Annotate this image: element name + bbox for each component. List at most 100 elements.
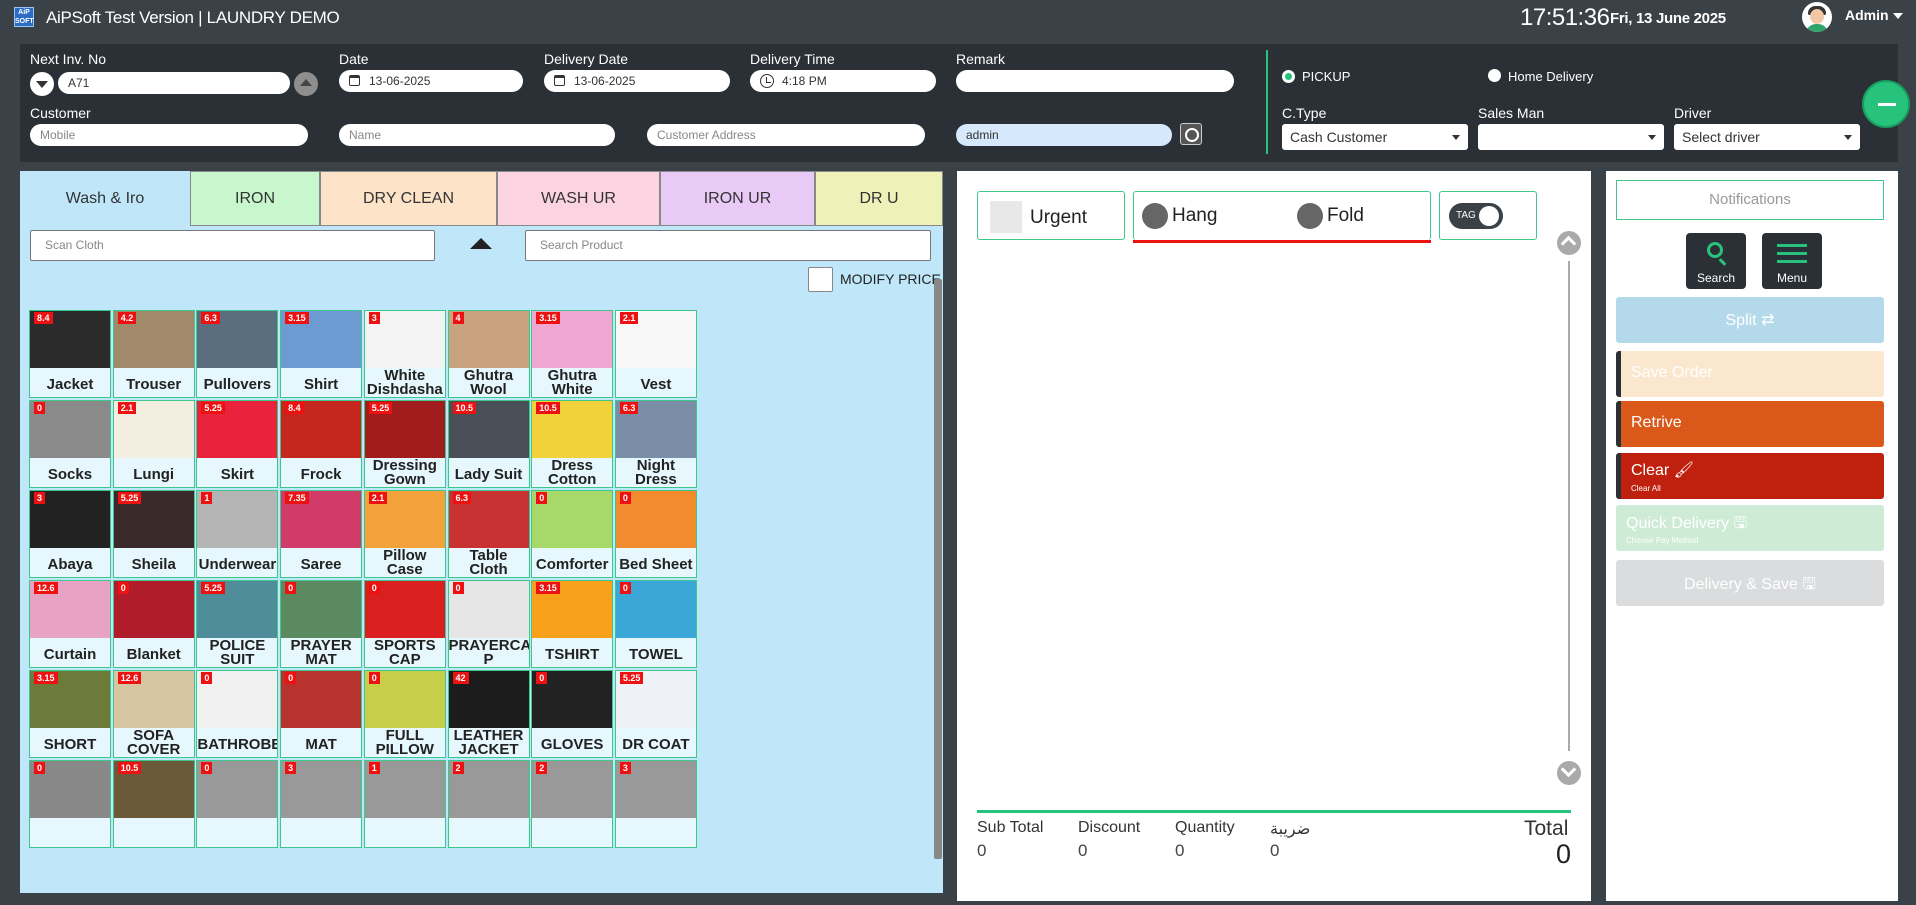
urgent-checkbox[interactable] (990, 201, 1022, 233)
product-tile[interactable]: 4.2 Trouser (112, 310, 195, 398)
product-tile[interactable]: 10.5 (112, 760, 195, 848)
price-badge: 2 (536, 762, 548, 774)
product-tile[interactable]: 3 Abaya (29, 490, 111, 578)
menu-button[interactable]: Menu (1762, 233, 1822, 289)
mobile-input[interactable]: Mobile (30, 124, 308, 146)
search-product-input[interactable]: Search Product (525, 230, 931, 261)
address-input[interactable]: Customer Address (647, 124, 925, 146)
tab-wash-iron[interactable]: Wash & Iro (20, 171, 190, 226)
product-tile[interactable]: 5.25 Dressing Gown (363, 400, 446, 488)
collapse-button[interactable] (1862, 80, 1910, 128)
tab-iron[interactable]: IRON (190, 171, 320, 226)
scroll-down-icon[interactable] (1557, 761, 1581, 785)
next-inv-input[interactable]: A71 (58, 72, 290, 94)
product-tile[interactable]: 0 Bed Sheet (614, 490, 697, 578)
product-tile[interactable]: 3 (280, 760, 363, 848)
inv-next-button[interactable] (294, 72, 318, 96)
order-scroll-track[interactable] (1568, 261, 1570, 751)
product-tile[interactable]: 3.15 Shirt (280, 310, 363, 398)
product-tile[interactable]: 0 Socks (29, 400, 111, 488)
product-tile[interactable]: 0 (196, 760, 279, 848)
product-tile[interactable]: 12.6 SOFA COVER (112, 670, 195, 758)
product-tile[interactable]: 10.5 Lady Suit (447, 400, 530, 488)
delivery-save-button[interactable]: Delivery & Save 🖫 (1616, 560, 1884, 606)
notifications-box[interactable]: Notifications (1616, 180, 1884, 220)
total-value: 0 (1556, 839, 1572, 869)
product-tile[interactable]: 8.4 Frock (280, 400, 363, 488)
inv-prev-button[interactable] (30, 72, 54, 96)
product-tile[interactable]: 0 TOWEL (614, 580, 697, 668)
clear-button[interactable]: Clear 🖌 Clear All (1616, 453, 1884, 499)
product-tile[interactable]: 1 Underwear (196, 490, 279, 578)
product-tile[interactable]: 42 LEATHER JACKET (447, 670, 530, 758)
avatar[interactable] (1802, 2, 1832, 32)
product-tile[interactable]: 0 FULL PILLOW (363, 670, 446, 758)
product-tile[interactable]: 0 PRAYERCA P (447, 580, 530, 668)
urgent-option[interactable]: Urgent (977, 191, 1125, 240)
product-tile[interactable]: 0 BATHROBE (196, 670, 279, 758)
product-tile[interactable]: 2.1 Pillow Case (363, 490, 446, 578)
home-delivery-radio[interactable] (1488, 69, 1501, 82)
product-tile[interactable]: 2 (447, 760, 530, 848)
product-tile[interactable]: 5.25 POLICE SUIT (196, 580, 279, 668)
product-tile[interactable]: 5.25 Sheila (112, 490, 195, 578)
delivery-date-input[interactable]: 13-06-2025 (544, 70, 730, 92)
user-menu[interactable]: Admin (1845, 7, 1889, 23)
product-tile[interactable]: 0 Blanket (112, 580, 195, 668)
product-tile[interactable]: 2.1 Lungi (112, 400, 195, 488)
tab-dr-u[interactable]: DR U (815, 171, 943, 226)
product-tile[interactable]: 3.15 Ghutra White (531, 310, 614, 398)
tab-iron-ur[interactable]: IRON UR (660, 171, 815, 226)
product-tile[interactable]: 8.4 Jacket (29, 310, 111, 398)
quick-delivery-button[interactable]: Quick Delivery 🖫 Choose Pay Method (1616, 505, 1884, 551)
product-tile[interactable]: 6.3 Table Cloth (447, 490, 530, 578)
product-tile[interactable]: 10.5 Dress Cotton (531, 400, 614, 488)
salesman-select[interactable] (1478, 124, 1664, 150)
hang-radio[interactable] (1142, 203, 1168, 229)
tab-wash-ur[interactable]: WASH UR (497, 171, 660, 226)
product-tile[interactable]: 6.3 Night Dress (614, 400, 697, 488)
name-input[interactable]: Name (339, 124, 615, 146)
product-tile[interactable]: 7.35 Saree (280, 490, 363, 578)
ctype-select[interactable]: Cash Customer (1282, 124, 1468, 150)
product-tile[interactable]: 3.15 SHORT (29, 670, 111, 758)
product-tile[interactable]: 3 White Dishdasha (363, 310, 446, 398)
fold-radio[interactable] (1297, 203, 1323, 229)
product-tile[interactable]: 2.1 Vest (614, 310, 697, 398)
save-order-button[interactable]: Save Order (1616, 351, 1884, 397)
scroll-up-icon[interactable] (1557, 231, 1581, 255)
product-tile[interactable]: 6.3 Pullovers (196, 310, 279, 398)
product-scrollbar[interactable] (934, 279, 942, 859)
product-tile[interactable]: 2 (531, 760, 614, 848)
remark-input[interactable] (956, 70, 1234, 92)
product-tile[interactable]: 0 PRAYER MAT (280, 580, 363, 668)
product-tile[interactable]: 0 SPORTS CAP (363, 580, 446, 668)
product-tile[interactable]: 12.6 Curtain (29, 580, 111, 668)
product-tile[interactable]: 3.15 TSHIRT (531, 580, 614, 668)
delivery-time-input[interactable]: 4:18 PM (750, 70, 936, 92)
collapse-arrow-icon[interactable] (470, 238, 492, 249)
product-tile[interactable]: 5.25 Skirt (196, 400, 279, 488)
product-tile[interactable]: 3 (614, 760, 697, 848)
product-tile[interactable]: 0 GLOVES (531, 670, 614, 758)
driver-select[interactable]: Select driver (1674, 124, 1860, 150)
tab-dry-clean[interactable]: DRY CLEAN (320, 171, 497, 226)
product-name: DR COAT (622, 736, 690, 753)
scan-cloth-input[interactable]: Scan Cloth (30, 230, 435, 261)
product-tile[interactable]: 1 (363, 760, 446, 848)
chevron-down-icon[interactable] (1893, 13, 1903, 19)
date-input[interactable]: 13-06-2025 (339, 70, 523, 92)
pickup-radio[interactable] (1282, 70, 1295, 83)
split-button[interactable]: Split ⇄ (1616, 297, 1884, 343)
product-tile[interactable]: 4 Ghutra Wool (447, 310, 530, 398)
product-tile[interactable]: 0 (29, 760, 111, 848)
search-button[interactable]: Search (1686, 233, 1746, 289)
product-tile[interactable]: 5.25 DR COAT (614, 670, 697, 758)
user-field[interactable]: admin (956, 124, 1172, 146)
tag-toggle[interactable]: TAG (1449, 203, 1503, 229)
modify-price-checkbox[interactable] (808, 267, 833, 292)
whatsapp-icon[interactable] (1180, 123, 1202, 145)
product-tile[interactable]: 0 Comforter (531, 490, 614, 578)
product-tile[interactable]: 0 MAT (280, 670, 363, 758)
retrive-button[interactable]: Retrive (1616, 401, 1884, 447)
